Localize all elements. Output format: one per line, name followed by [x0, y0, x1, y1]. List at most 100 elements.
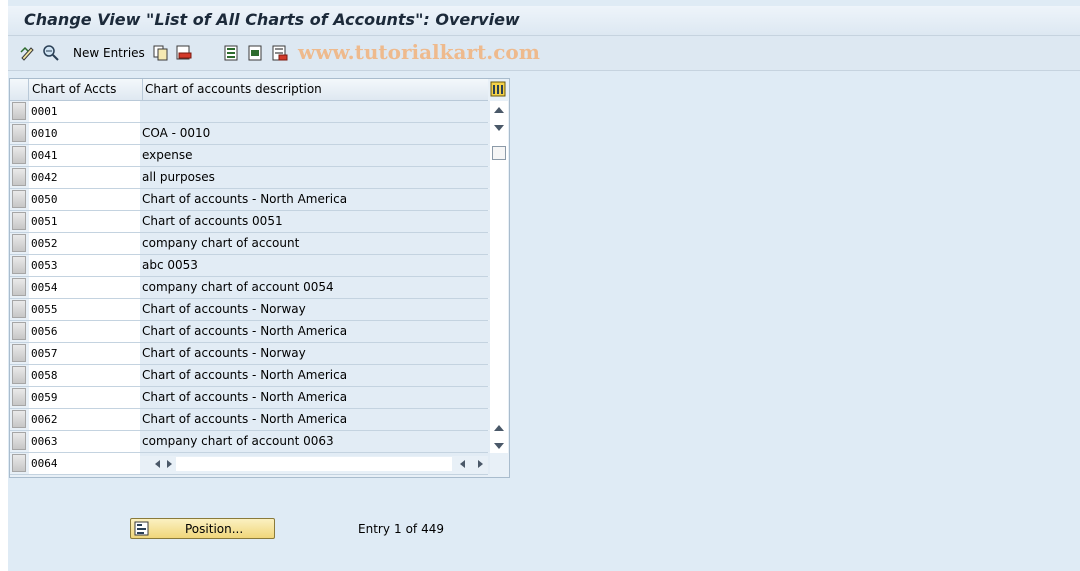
scroll-up-icon[interactable] [494, 107, 504, 113]
application-toolbar: New Entries www.tutorialkart.com [8, 36, 1080, 71]
scroll-page-down-icon[interactable] [494, 443, 504, 449]
copy-icon[interactable] [152, 44, 170, 62]
vertical-scrollbar[interactable] [490, 101, 508, 453]
description-cell[interactable]: COA - 0010 [140, 123, 490, 144]
chart-of-accts-cell[interactable]: 0052 [29, 233, 142, 254]
position-button-label: Position... [185, 522, 244, 536]
display-change-icon[interactable] [19, 44, 37, 62]
scroll-page-up-icon[interactable] [494, 425, 504, 431]
table-row[interactable]: 0056 Chart of accounts - North America [10, 321, 490, 343]
chart-of-accts-cell[interactable]: 0001 [29, 101, 142, 122]
charts-of-accounts-table: Chart of Accts Chart of accounts descrip… [9, 78, 510, 478]
chart-of-accts-cell[interactable]: 0056 [29, 321, 142, 342]
delete-icon[interactable] [175, 44, 193, 62]
row-selector[interactable] [12, 234, 26, 252]
table-settings-icon[interactable] [490, 81, 506, 97]
description-cell[interactable]: Chart of accounts - North America [140, 387, 490, 408]
table-row[interactable]: 0059 Chart of accounts - North America [10, 387, 490, 409]
table-header: Chart of Accts Chart of accounts descrip… [10, 79, 488, 101]
chart-of-accts-cell[interactable]: 0041 [29, 145, 142, 166]
row-selector[interactable] [12, 146, 26, 164]
position-button[interactable]: Position... [130, 518, 275, 539]
chart-of-accts-cell[interactable]: 0053 [29, 255, 142, 276]
entry-current: 1 [393, 522, 402, 536]
row-selector[interactable] [12, 212, 26, 230]
row-selector[interactable] [12, 388, 26, 406]
row-selector[interactable] [12, 432, 26, 450]
description-cell[interactable]: company chart of account 0063 [140, 431, 490, 452]
row-selector[interactable] [12, 300, 26, 318]
description-cell[interactable]: company chart of account [140, 233, 490, 254]
chart-of-accts-cell[interactable]: 0058 [29, 365, 142, 386]
table-body: 0001 0010 COA - 0010 0041 expense 0042 all pur… [10, 101, 490, 475]
row-selector[interactable] [12, 190, 26, 208]
chart-of-accts-cell[interactable]: 0062 [29, 409, 142, 430]
scroll-down-icon[interactable] [494, 125, 504, 131]
chart-of-accts-cell[interactable]: 0064 [29, 453, 142, 474]
row-selector[interactable] [12, 454, 26, 472]
horizontal-scrollbar[interactable] [140, 456, 488, 474]
description-cell[interactable]: company chart of account 0054 [140, 277, 490, 298]
row-selector[interactable] [12, 344, 26, 362]
column-header-chart-of-accts[interactable]: Chart of Accts [29, 79, 143, 100]
description-cell[interactable]: Chart of accounts 0051 [140, 211, 490, 232]
chart-of-accts-cell[interactable]: 0054 [29, 277, 142, 298]
watermark: www.tutorialkart.com [298, 40, 540, 64]
description-cell[interactable]: expense [140, 145, 490, 166]
chart-of-accts-cell[interactable]: 0059 [29, 387, 142, 408]
select-all-header-cell[interactable] [10, 79, 29, 100]
description-cell[interactable]: Chart of accounts - Norway [140, 299, 490, 320]
row-selector[interactable] [12, 410, 26, 428]
description-cell[interactable]: Chart of accounts - North America [140, 365, 490, 386]
row-selector[interactable] [12, 168, 26, 186]
description-cell[interactable]: Chart of accounts - North America [140, 321, 490, 342]
table-row[interactable]: 0052 company chart of account [10, 233, 490, 255]
row-selector[interactable] [12, 278, 26, 296]
row-selector[interactable] [12, 256, 26, 274]
description-cell[interactable] [140, 101, 490, 122]
chart-of-accts-cell[interactable]: 0063 [29, 431, 142, 452]
select-all-icon[interactable] [223, 44, 241, 62]
row-selector[interactable] [12, 102, 26, 120]
description-cell[interactable]: all purposes [140, 167, 490, 188]
table-row[interactable]: 0050 Chart of accounts - North America [10, 189, 490, 211]
table-row[interactable]: 0041 expense [10, 145, 490, 167]
table-row[interactable]: 0063 company chart of account 0063 [10, 431, 490, 453]
chart-of-accts-cell[interactable]: 0057 [29, 343, 142, 364]
table-row[interactable]: 0042 all purposes [10, 167, 490, 189]
description-cell[interactable]: Chart of accounts - North America [140, 409, 490, 430]
table-row[interactable]: 0057 Chart of accounts - Norway [10, 343, 490, 365]
scroll-left-end-icon[interactable] [460, 460, 465, 468]
chart-of-accts-cell[interactable]: 0042 [29, 167, 142, 188]
scroll-left-icon[interactable] [155, 460, 160, 468]
table-row[interactable]: 0053 abc 0053 [10, 255, 490, 277]
table-row[interactable]: 0062 Chart of accounts - North America [10, 409, 490, 431]
row-selector[interactable] [12, 366, 26, 384]
row-selector[interactable] [12, 124, 26, 142]
column-header-description[interactable]: Chart of accounts description [143, 79, 485, 100]
description-cell[interactable]: abc 0053 [140, 255, 490, 276]
description-cell[interactable]: Chart of accounts - Norway [140, 343, 490, 364]
position-icon [134, 521, 149, 536]
horizontal-scroll-track[interactable] [176, 457, 452, 471]
chart-of-accts-cell[interactable]: 0055 [29, 299, 142, 320]
table-row[interactable]: 0051 Chart of accounts 0051 [10, 211, 490, 233]
chart-of-accts-cell[interactable]: 0050 [29, 189, 142, 210]
table-row[interactable]: 0058 Chart of accounts - North America [10, 365, 490, 387]
display-change-variant-icon[interactable] [42, 44, 60, 62]
table-row[interactable]: 0010 COA - 0010 [10, 123, 490, 145]
table-row[interactable]: 0055 Chart of accounts - Norway [10, 299, 490, 321]
select-block-icon[interactable] [247, 44, 265, 62]
chart-of-accts-cell[interactable]: 0010 [29, 123, 142, 144]
table-row[interactable]: 0054 company chart of account 0054 [10, 277, 490, 299]
deselect-all-icon[interactable] [271, 44, 289, 62]
table-row[interactable]: 0001 [10, 101, 490, 123]
scroll-right-icon[interactable] [167, 460, 172, 468]
entry-total: 449 [421, 522, 445, 536]
scroll-right-end-icon[interactable] [478, 460, 483, 468]
description-cell[interactable]: Chart of accounts - North America [140, 189, 490, 210]
new-entries-button[interactable]: New Entries [73, 46, 145, 60]
chart-of-accts-cell[interactable]: 0051 [29, 211, 142, 232]
row-selector[interactable] [12, 322, 26, 340]
scrollbar-thumb[interactable] [492, 146, 506, 160]
